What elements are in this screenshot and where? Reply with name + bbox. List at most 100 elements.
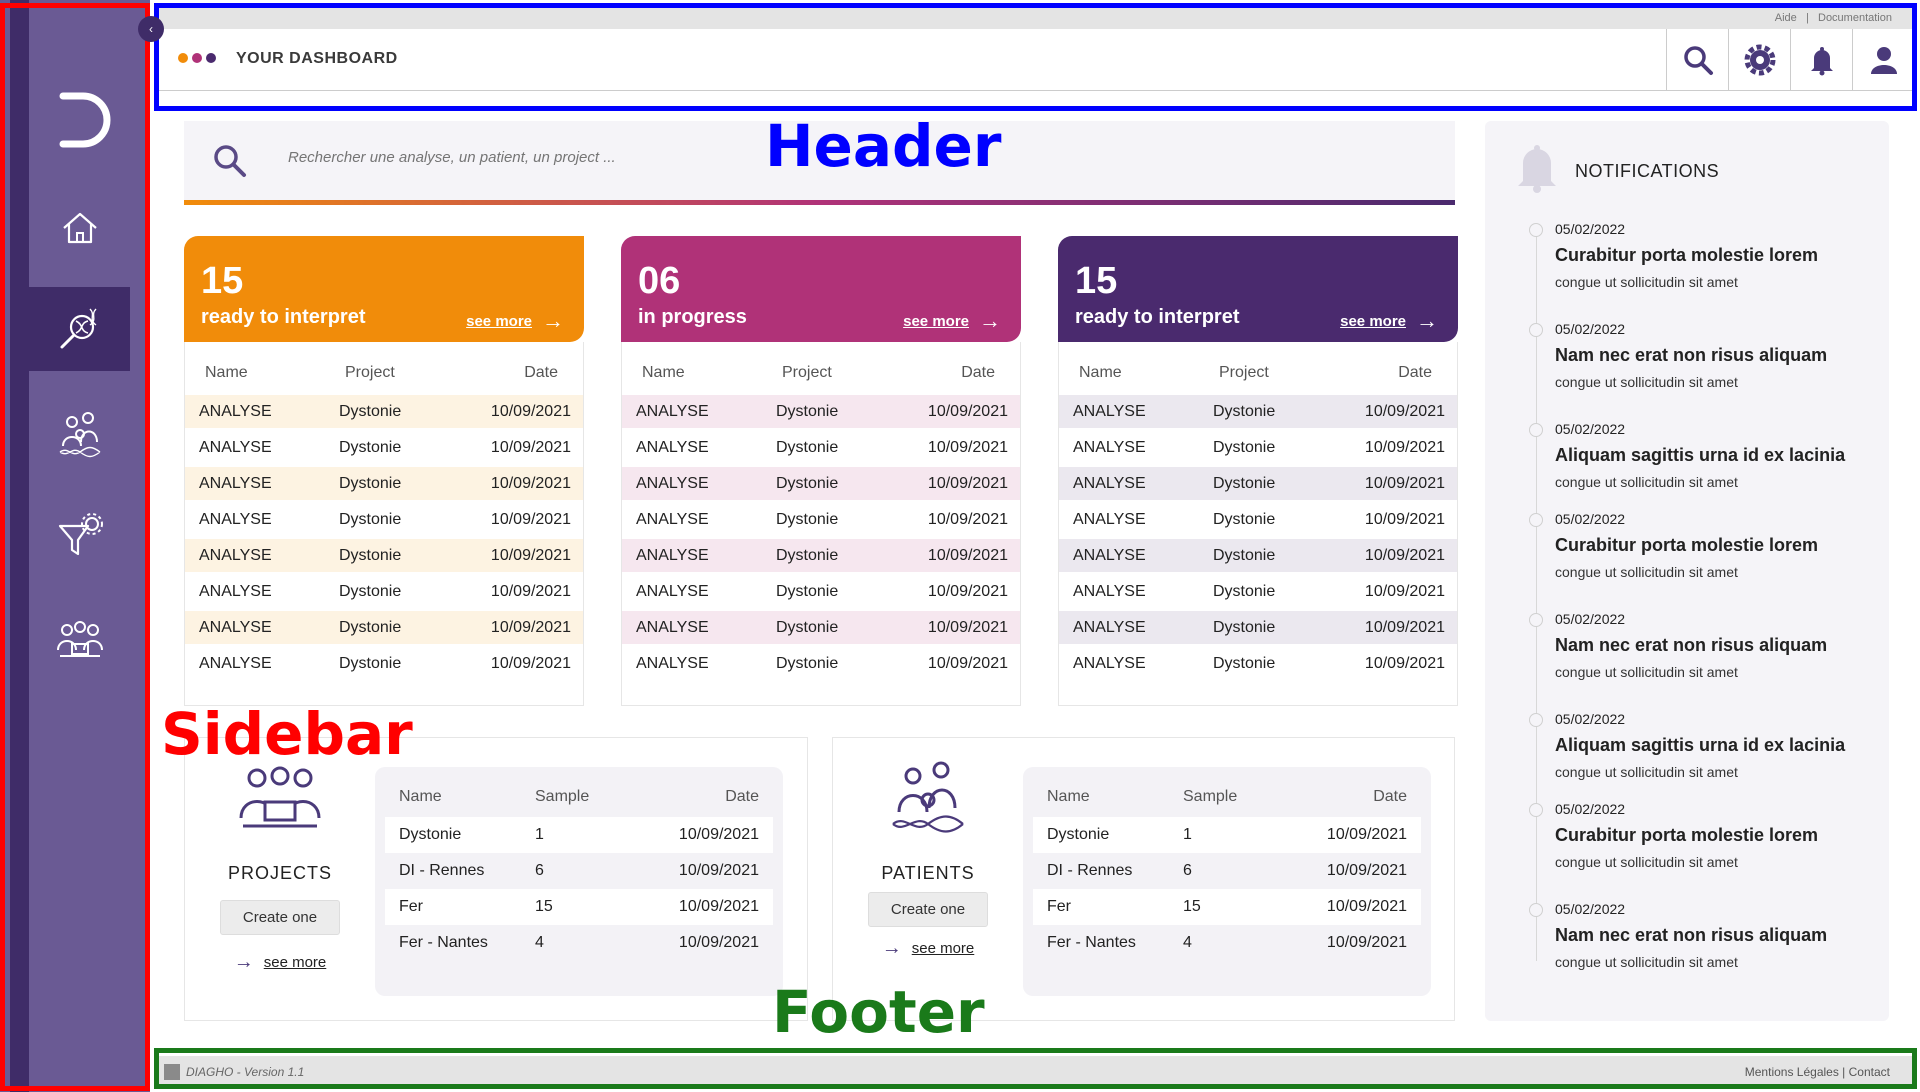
patients-see-more-link[interactable]: → see more [833,937,1023,960]
header-settings-button[interactable] [1728,29,1790,91]
patients-summary: PATIENTS Create one → see more [833,760,1023,960]
row-sample: 1 [535,826,544,843]
notification-subtitle: congue ut sollicitudin sit amet [1555,854,1738,870]
table-row[interactable]: Dystonie 1 10/09/2021 [385,817,773,853]
row-date: 10/09/2021 [1326,934,1407,951]
table-row[interactable]: ANALYSE Dystonie 10/09/2021 [622,503,1020,536]
row-project: Dystonie [776,402,839,420]
header-notifications-button[interactable] [1790,29,1852,91]
table-row[interactable]: ANALYSE Dystonie 10/09/2021 [622,539,1020,572]
row-name: ANALYSE [1073,654,1146,672]
table-row[interactable]: ANALYSE Dystonie 10/09/2021 [1059,575,1457,608]
row-date: 10/09/2021 [927,510,1008,528]
contact-link[interactable]: Contact [1849,1065,1890,1079]
row-name: ANALYSE [1073,546,1146,564]
table-row[interactable]: ANALYSE Dystonie 10/09/2021 [185,395,583,428]
table-row[interactable]: ANALYSE Dystonie 10/09/2021 [185,647,583,680]
notification-date: 05/02/2022 [1555,321,1626,337]
row-sample: 6 [535,862,544,879]
projects-title: PROJECTS [227,863,332,883]
table-row[interactable]: Fer - Nantes 4 10/09/2021 [1033,925,1421,961]
table-row[interactable]: ANALYSE Dystonie 10/09/2021 [622,575,1020,608]
row-date: 10/09/2021 [927,582,1008,600]
documentation-link[interactable]: Documentation [1818,12,1892,24]
sidebar-item-projects[interactable] [29,598,130,682]
see-more-link[interactable]: see more → [1340,308,1438,334]
table-row[interactable]: Dystonie 1 10/09/2021 [1033,817,1421,853]
gear-icon [1744,44,1775,76]
footer-annotation-label: Footer [772,978,985,1046]
table-row[interactable]: ANALYSE Dystonie 10/09/2021 [1059,395,1457,428]
row-project: Dystonie [1213,546,1276,564]
sidebar-collapse-button[interactable]: ‹ [138,16,164,42]
row-name: ANALYSE [199,474,272,492]
row-project: Dystonie [1213,654,1276,672]
table-row[interactable]: ANALYSE Dystonie 10/09/2021 [1059,431,1457,464]
row-sample: 15 [1183,898,1201,915]
table-row[interactable]: DI - Rennes 6 10/09/2021 [385,853,773,889]
see-more-link[interactable]: see more → [466,308,564,334]
help-link[interactable]: Aide [1775,12,1797,24]
notification-subtitle: congue ut sollicitudin sit amet [1555,954,1738,970]
sidebar-item-filters[interactable] [29,494,130,578]
arrow-right-icon: → [233,951,254,973]
table-row[interactable]: ANALYSE Dystonie 10/09/2021 [622,395,1020,428]
legal-link[interactable]: Mentions Légales [1745,1065,1839,1079]
notification-title: Curabitur porta molestie lorem [1555,535,1819,555]
sidebar-item-patients[interactable] [29,392,130,476]
table-row[interactable]: Fer 15 10/09/2021 [385,889,773,925]
header: YOUR DASHBOARD [156,29,1914,91]
notification-date: 05/02/2022 [1555,901,1626,917]
projects-see-more-link[interactable]: → see more [185,951,375,974]
notification-subtitle: congue ut sollicitudin sit amet [1555,374,1738,390]
sidebar-item-analyses[interactable] [29,287,130,371]
notification-date: 05/02/2022 [1555,511,1626,527]
table-row[interactable]: ANALYSE Dystonie 10/09/2021 [185,539,583,572]
table-row[interactable]: Fer 15 10/09/2021 [1033,889,1421,925]
table-row[interactable]: ANALYSE Dystonie 10/09/2021 [185,431,583,464]
row-date: 10/09/2021 [1364,510,1445,528]
row-name: DI - Rennes [399,862,485,879]
notification-subtitle: congue ut sollicitudin sit amet [1555,564,1738,580]
table-row[interactable]: ANALYSE Dystonie 10/09/2021 [1059,467,1457,500]
table-row[interactable]: ANALYSE Dystonie 10/09/2021 [622,467,1020,500]
column-sample: Sample [1183,788,1238,805]
header-user-button[interactable] [1852,29,1914,91]
table-row[interactable]: ANALYSE Dystonie 10/09/2021 [185,467,583,500]
table-row[interactable]: ANALYSE Dystonie 10/09/2021 [1059,503,1457,536]
row-name: DI - Rennes [1047,862,1133,879]
footer-links: Mentions Légales | Contact [1745,1065,1890,1079]
table-row[interactable]: ANALYSE Dystonie 10/09/2021 [622,431,1020,464]
table-row[interactable]: ANALYSE Dystonie 10/09/2021 [1059,611,1457,644]
table-row[interactable]: ANALYSE Dystonie 10/09/2021 [1059,539,1457,572]
see-more-link[interactable]: see more → [903,308,1001,334]
table-row[interactable]: ANALYSE Dystonie 10/09/2021 [185,575,583,608]
row-date: 10/09/2021 [927,618,1008,636]
row-date: 10/09/2021 [490,618,571,636]
row-project: Dystonie [339,510,402,528]
create-patient-button[interactable]: Create one [867,892,989,927]
notification-date: 05/02/2022 [1555,221,1626,237]
table-row[interactable]: ANALYSE Dystonie 10/09/2021 [622,611,1020,644]
row-project: Dystonie [339,654,402,672]
table-row[interactable]: ANALYSE Dystonie 10/09/2021 [185,611,583,644]
row-name: ANALYSE [636,618,709,636]
header-search-button[interactable] [1666,29,1728,91]
row-name: Fer - Nantes [1047,934,1136,951]
sidebar-item-home[interactable] [29,186,130,270]
create-project-button[interactable]: Create one [219,900,341,935]
d-logo-icon[interactable] [55,90,115,150]
notification-date: 05/02/2022 [1555,711,1626,727]
home-icon [62,212,97,244]
row-date: 10/09/2021 [1326,898,1407,915]
row-date: 10/09/2021 [490,438,571,456]
row-date: 10/09/2021 [678,934,759,951]
row-project: Dystonie [1213,618,1276,636]
row-date: 10/09/2021 [490,546,571,564]
table-row[interactable]: ANALYSE Dystonie 10/09/2021 [622,647,1020,680]
table-row[interactable]: ANALYSE Dystonie 10/09/2021 [1059,647,1457,680]
table-row[interactable]: Fer - Nantes 4 10/09/2021 [385,925,773,961]
table-row[interactable]: ANALYSE Dystonie 10/09/2021 [185,503,583,536]
table-row[interactable]: DI - Rennes 6 10/09/2021 [1033,853,1421,889]
arrow-right-icon: → [979,308,1001,333]
